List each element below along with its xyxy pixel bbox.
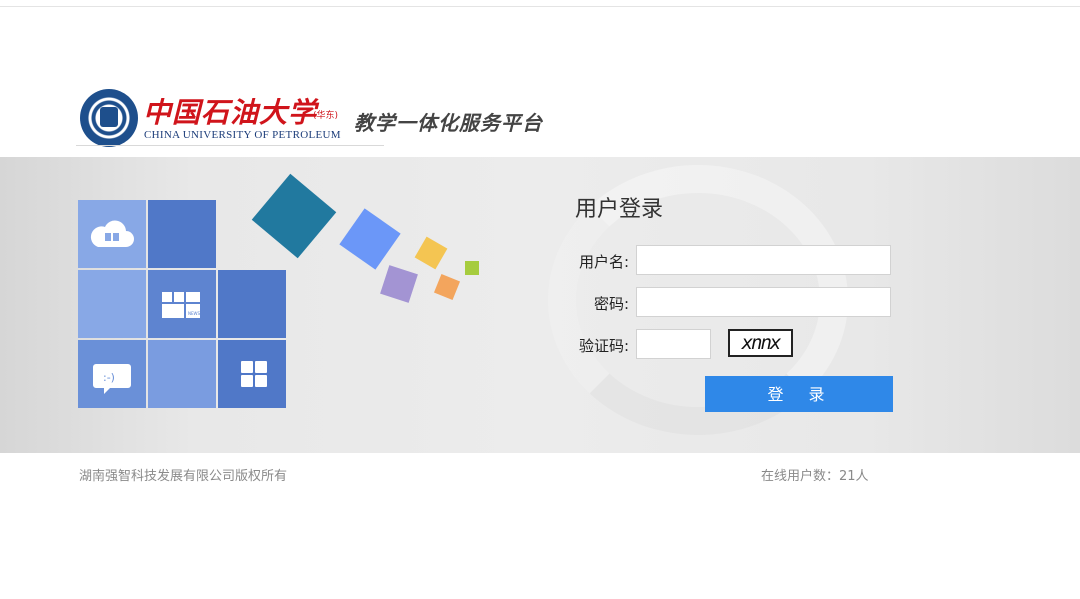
- password-label: 密码:: [593, 295, 629, 313]
- university-name-en: CHINA UNIVERSITY OF PETROLEUM: [144, 129, 341, 141]
- tile-apps: [218, 340, 286, 408]
- decorative-square-purple: [380, 265, 418, 303]
- captcha-input[interactable]: [636, 329, 711, 359]
- platform-title: 教学一体化服务平台: [354, 111, 543, 135]
- login-banner: NEWS :-) 用户登录 用户名: 密码: 验证码: xnnx 登 录: [0, 157, 1080, 453]
- username-label: 用户名:: [578, 253, 629, 271]
- tile-news: NEWS: [148, 270, 216, 338]
- captcha-label: 验证码:: [578, 337, 629, 355]
- news-icon: NEWS: [162, 292, 200, 318]
- tile-blank-1: [148, 200, 216, 268]
- decorative-square-blue: [339, 208, 401, 270]
- username-input[interactable]: [636, 245, 891, 275]
- login-button[interactable]: 登 录: [705, 376, 893, 412]
- university-campus-tag: (华东): [313, 111, 339, 121]
- tile-blank-3: [218, 270, 286, 338]
- seal-emblem: [100, 107, 118, 127]
- captcha-image[interactable]: xnnx: [728, 329, 793, 357]
- university-seal-logo: [80, 89, 138, 147]
- chat-bubble-text: :-): [103, 371, 115, 384]
- header-divider: [76, 145, 384, 146]
- decorative-square-orange: [433, 273, 461, 301]
- tile-chat: :-): [78, 340, 146, 408]
- login-title: 用户登录: [575, 197, 664, 222]
- password-input[interactable]: [636, 287, 891, 317]
- copyright-text: 湖南强智科技发展有限公司版权所有: [79, 469, 288, 484]
- news-icon-label: NEWS: [188, 311, 200, 316]
- online-users-count: 在线用户数：21人: [761, 469, 869, 484]
- tile-blank-4: [148, 340, 216, 408]
- grid-apps-icon: [241, 361, 267, 387]
- tile-cloud-book: [78, 200, 146, 268]
- decorative-square-teal: [251, 173, 337, 259]
- decorative-square-green: [465, 261, 479, 275]
- cloud-book-icon: [90, 220, 134, 247]
- tile-blank-2: [78, 270, 146, 338]
- chat-bubble-icon: :-): [93, 364, 131, 394]
- decorative-square-yellow: [414, 236, 448, 270]
- university-name-cn: 中国石油大学: [143, 96, 318, 129]
